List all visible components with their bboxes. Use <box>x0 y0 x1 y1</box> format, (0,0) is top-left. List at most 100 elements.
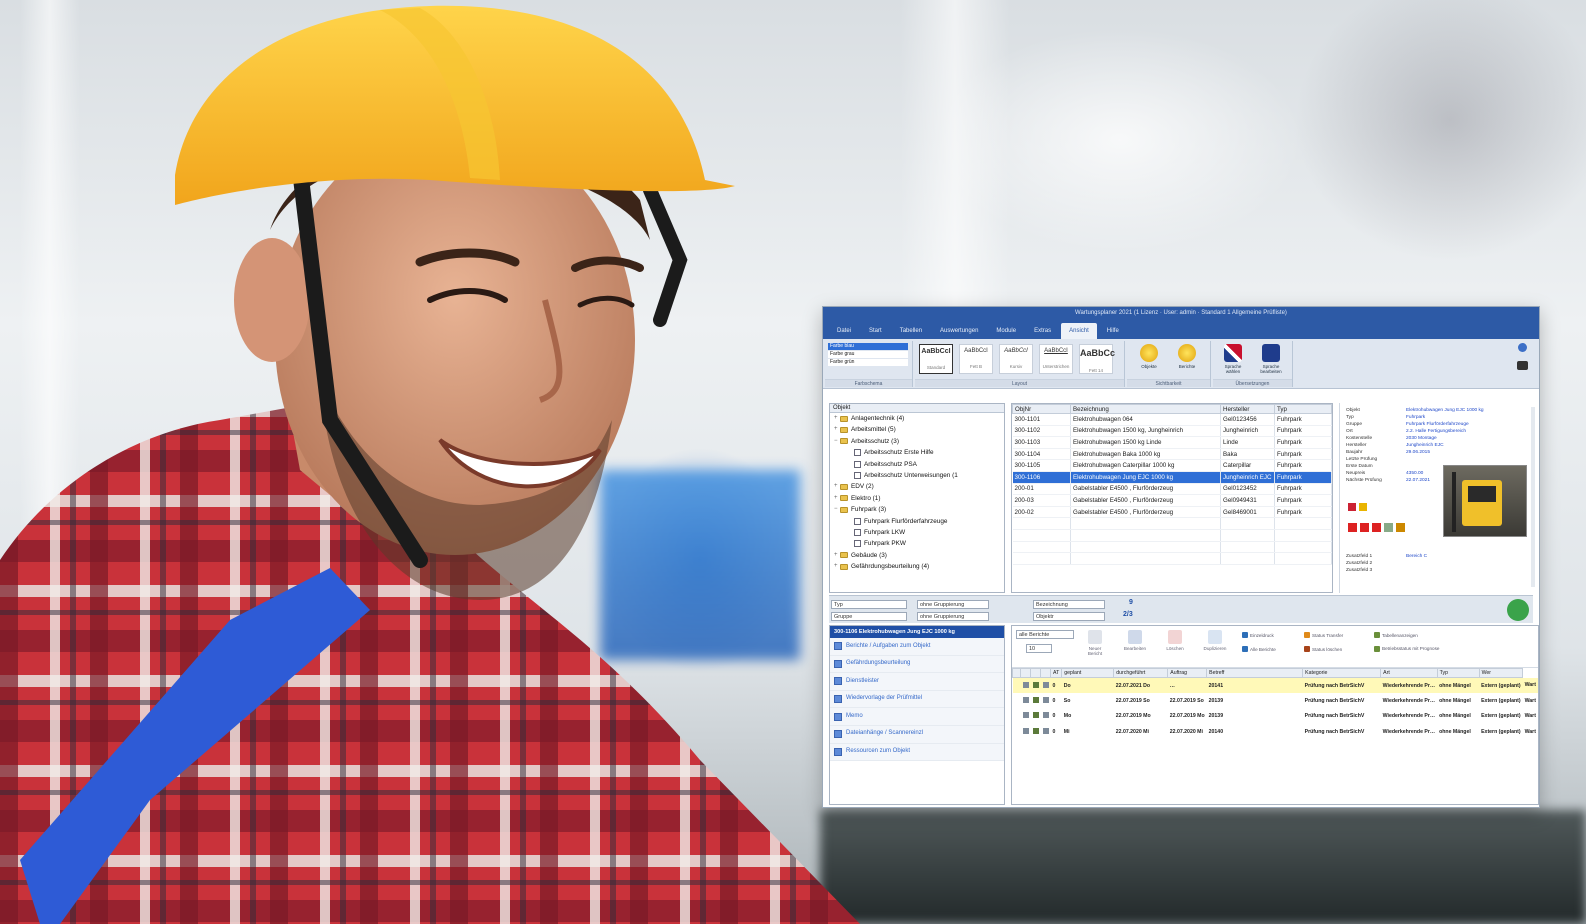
column-header[interactable]: Wer <box>1478 668 1524 678</box>
tree-node[interactable]: Fuhrpark Flurförderfahrzeuge <box>830 516 1004 527</box>
tree-node[interactable]: − Arbeitsschutz (3) <box>830 436 1004 447</box>
column-header[interactable]: Betreff <box>1206 668 1304 678</box>
sidepanel-item[interactable]: Dienstleister <box>830 673 1004 691</box>
action-icon[interactable] <box>1396 523 1405 532</box>
column-header[interactable]: Typ <box>1274 404 1332 414</box>
sort-combo[interactable]: Bezeichnung <box>1033 600 1105 609</box>
help-icon[interactable] <box>1518 343 1527 352</box>
table-row[interactable]: 0 Do 22.07.2021 Do… 20141 Prüfung nach BetrS… <box>1012 677 1538 693</box>
table-row[interactable]: 200-03 Gabelstabler E4500 , Flurförderzeu… <box>1012 494 1332 507</box>
status-transfer-button[interactable]: Status Transfer <box>1304 632 1343 638</box>
column-header[interactable] <box>1040 668 1051 678</box>
tree-node[interactable]: Fuhrpark LKW <box>830 527 1004 538</box>
table-row[interactable]: 300-1105 Elektrohubwagen Caterpillar 1000… <box>1012 459 1332 472</box>
column-header[interactable]: Kategorie <box>1302 668 1382 678</box>
reports-count-field[interactable]: 10 <box>1026 644 1052 653</box>
menu-item-start[interactable]: Start <box>861 323 890 339</box>
column-header[interactable]: durchgeführt <box>1113 668 1169 678</box>
tree-node[interactable]: + EDV (2) <box>830 481 1004 492</box>
delete-report-button[interactable]: Löschen <box>1162 630 1188 651</box>
style-underline[interactable]: AaBbCcI Unterstrichen <box>1039 344 1073 374</box>
menu-item-ansicht[interactable]: Ansicht <box>1061 323 1097 339</box>
table-row[interactable]: 300-1104 Elektrohubwagen Baka 1000 kg Baka… <box>1012 448 1332 461</box>
column-header[interactable]: Hersteller <box>1220 404 1275 414</box>
table-row[interactable]: 300-1102 Elektrohubwagen 1500 kg, Junghei… <box>1012 425 1332 438</box>
filter-group-combo[interactable]: Gruppe <box>831 612 907 621</box>
column-header[interactable] <box>1030 668 1041 678</box>
camera-icon[interactable] <box>1517 361 1528 370</box>
table-cell: Fuhrpark <box>1274 483 1332 496</box>
sidepanel-item[interactable]: Gefährdungsbeurteilung <box>830 655 1004 674</box>
column-header[interactable]: AT <box>1049 668 1063 678</box>
details-scrollbar[interactable] <box>1531 407 1535 587</box>
tree-node[interactable]: − Fuhrpark (3) <box>830 504 1004 515</box>
table-view-button[interactable]: Tabellenanzeigen <box>1374 632 1418 638</box>
action-icon[interactable] <box>1360 523 1369 532</box>
tree-node[interactable]: Arbeitsschutz Unterweisungen (1 <box>830 470 1004 481</box>
table-row[interactable]: 200-02 Gabelstabler E4500 , Flurförderzeu… <box>1012 506 1332 519</box>
sidepanel-item[interactable]: Memo <box>830 708 1004 726</box>
table-row[interactable]: 0 Mo 22.07.2019 Mo 22.07.2019 Mo 20139 Prüfun… <box>1013 709 1539 725</box>
action-icon[interactable] <box>1384 523 1393 532</box>
table-row[interactable]: 300-1103 Elektrohubwagen 1500 kg Linde Lin… <box>1012 436 1332 449</box>
sidepanel-item[interactable]: Ressourcen zum Objekt <box>830 743 1004 762</box>
print-single-button[interactable]: Einzeldruck <box>1242 632 1274 638</box>
table-row[interactable]: 0 So 22.07.2019 So 22.07.2019 So 20139 Prüfun… <box>1013 693 1539 709</box>
new-report-button[interactable]: Neuer Bericht <box>1082 630 1108 656</box>
sidepanel-item[interactable]: Wiedervorlage der Prüfmittel <box>830 690 1004 709</box>
style-bold[interactable]: AaBbCcI Fett B <box>959 344 993 374</box>
column-header[interactable]: Typ <box>1436 668 1480 678</box>
action-icon[interactable] <box>1348 523 1357 532</box>
column-header[interactable]: ObjNr <box>1012 404 1071 414</box>
duplicate-report-button[interactable]: Duplizieren <box>1202 630 1228 651</box>
theme-option-blue[interactable]: Farbe blau <box>828 343 908 350</box>
tree-node[interactable]: + Gefährdungsbeurteilung (4) <box>830 561 1004 572</box>
print-all-button[interactable]: Alle Berichte <box>1242 646 1276 652</box>
column-header[interactable] <box>1012 668 1021 678</box>
objects-button[interactable]: Objekte <box>1135 344 1163 369</box>
table-row[interactable]: 0 Mi 22.07.2020 Mi 22.07.2020 Mi 20140 Prüfun… <box>1013 724 1539 740</box>
action-icon[interactable] <box>1372 523 1381 532</box>
edit-report-button[interactable]: Bearbeiten <box>1122 630 1148 651</box>
filter-type-combo[interactable]: Typ <box>831 600 907 609</box>
column-header[interactable]: Art <box>1380 668 1438 678</box>
sidepanel-item[interactable]: Berichte / Aufgaben zum Objekt <box>830 638 1004 656</box>
menu-item-tabellen[interactable]: Tabellen <box>892 323 930 339</box>
sidepanel-item[interactable]: Dateianhänge / Scannereinzl <box>830 725 1004 744</box>
menu-item-datei[interactable]: Datei <box>829 323 859 339</box>
column-header[interactable] <box>1020 668 1031 678</box>
column-header[interactable]: Auftrag <box>1167 668 1208 678</box>
menu-item-hilfe[interactable]: Hilfe <box>1099 323 1127 339</box>
menu-item-extras[interactable]: Extras <box>1026 323 1059 339</box>
tree-node[interactable]: Fuhrpark PKW <box>830 538 1004 549</box>
table-row[interactable]: 200-01 Gabelstabler E4500 , Flurförderzeu… <box>1012 483 1332 496</box>
tree-node[interactable]: Arbeitsschutz Erste Hilfe <box>830 447 1004 458</box>
menu-item-module[interactable]: Module <box>988 323 1024 339</box>
tree-node[interactable]: Arbeitsschutz PSA <box>830 459 1004 470</box>
tree-node[interactable]: + Gebäude (3) <box>830 550 1004 561</box>
table-row[interactable]: 300-1101 Elektrohubwagen 064 Gel0123456 Fuh… <box>1012 413 1332 426</box>
theme-option-green[interactable]: Farbe grün <box>828 359 908 366</box>
grouping-combo[interactable]: ohne Gruppierung <box>917 612 989 621</box>
table-cell: Extern (geplant) <box>1481 713 1521 720</box>
menu-item-auswertungen[interactable]: Auswertungen <box>932 323 986 339</box>
reports-button[interactable]: Berichte <box>1173 344 1201 369</box>
operating-status-button[interactable]: Betriebsstatus mit Prognose <box>1374 646 1444 652</box>
column-header[interactable]: geplant <box>1061 668 1115 678</box>
tree-node[interactable]: + Anlagentechnik (4) <box>830 413 1004 424</box>
table-row[interactable]: 300-1106 Elektrohubwagen Jung EJC 1000 kg… <box>1012 471 1332 484</box>
language-select-button[interactable]: Sprache wählen <box>1219 344 1247 374</box>
tree-node[interactable]: + Elektro (1) <box>830 493 1004 504</box>
theme-option-grey[interactable]: Farbe grau <box>828 351 908 358</box>
style-italic[interactable]: AaBbCcI Kursiv <box>999 344 1033 374</box>
refresh-icon[interactable] <box>1507 599 1529 621</box>
style-standard[interactable]: AaBbCcI Standard <box>919 344 953 374</box>
reports-filter-combo[interactable]: alle Berichte <box>1016 630 1074 639</box>
style-bold-14[interactable]: AaBbCc Fett 14 <box>1079 344 1115 374</box>
column-header[interactable]: Bezeichnung <box>1070 404 1221 414</box>
status-delete-button[interactable]: Status löschen <box>1304 646 1342 652</box>
search-combo[interactable]: Objektr <box>1033 612 1105 621</box>
grouping-combo[interactable]: ohne Gruppierung <box>917 600 989 609</box>
tree-node[interactable]: + Arbeitsmittel (5) <box>830 424 1004 435</box>
language-edit-button[interactable]: Sprache bearbeiten <box>1257 344 1285 374</box>
